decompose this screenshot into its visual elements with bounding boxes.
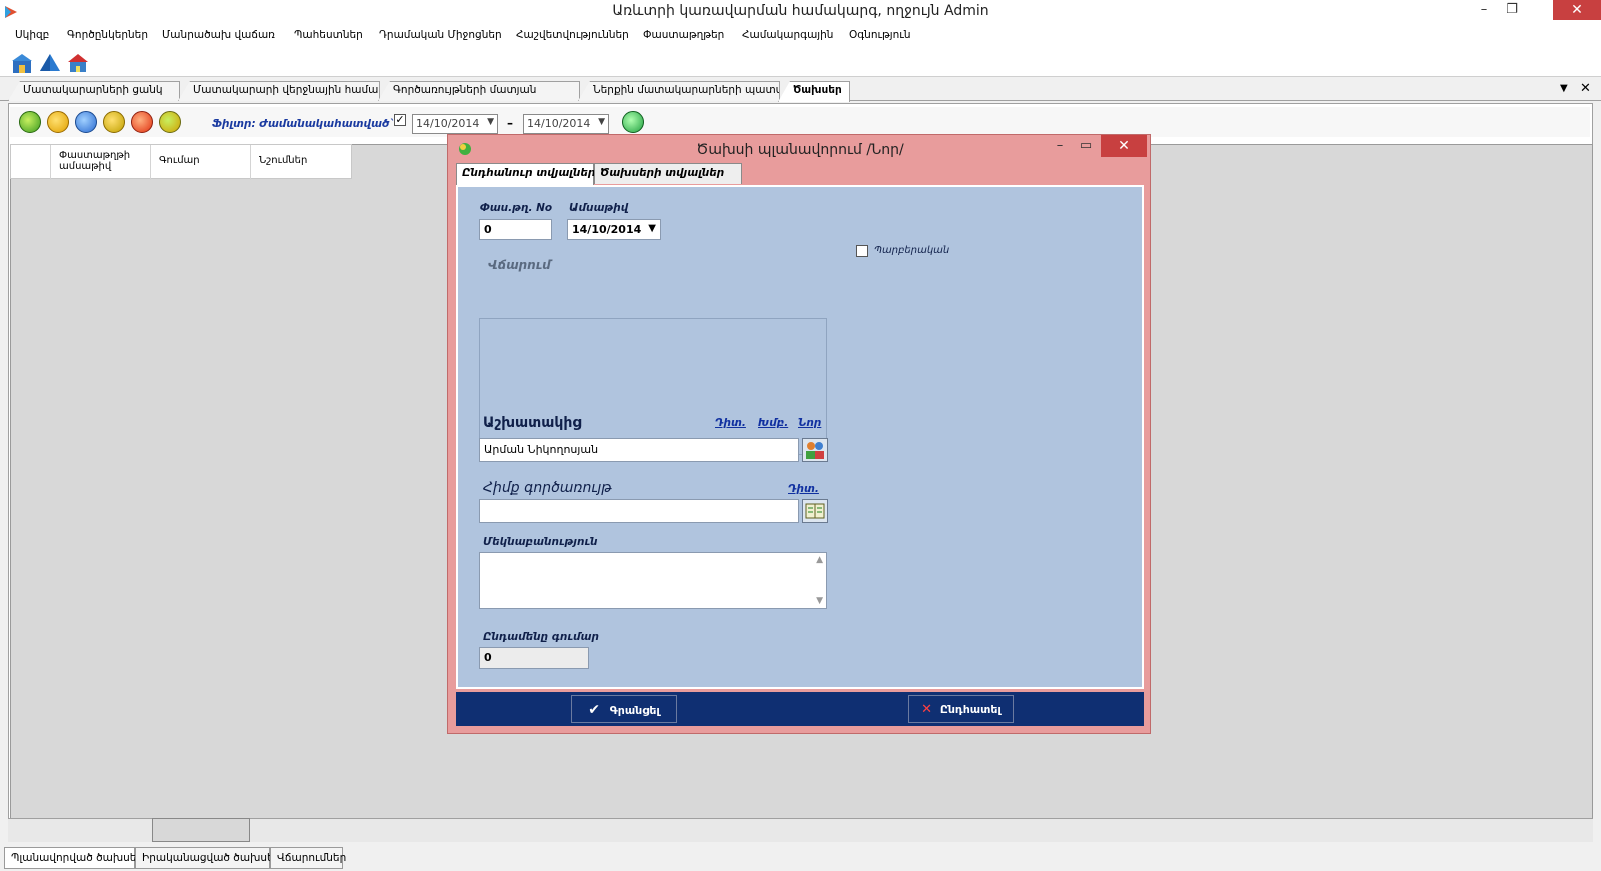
dialog-content: Փաս.թղ. No 0 Ամսաթիվ 14/10/2014 ▼ Պարբեր… <box>456 185 1144 689</box>
account-view-link[interactable]: Դիտ. <box>788 483 819 495</box>
window-title: Առևտրի կառավարման համակարգ, ողջույն Admi… <box>612 3 989 19</box>
menu-item[interactable]: Փաստաթղթեր <box>643 29 724 41</box>
doc-no-value: 0 <box>484 223 492 236</box>
cross-icon: ✕ <box>921 702 933 717</box>
cancel-label: Ընդհատել <box>939 703 1001 716</box>
dialog-maximize-button[interactable]: ▭ <box>1075 138 1097 153</box>
book-icon <box>805 503 825 519</box>
account-label: Հիմք գործառույթ <box>483 480 612 496</box>
employee-label: Աշխատակից <box>483 415 582 431</box>
dialog-tabs: Ընդհանուր տվյալներ Ծախսերի տվյալներ <box>456 163 1146 185</box>
employee-field[interactable]: Արման Նիկողոսյան <box>479 438 799 462</box>
copy-icon[interactable] <box>75 111 97 133</box>
scroll-down-icon[interactable]: ▼ <box>816 596 823 606</box>
close-button[interactable]: ✕ <box>1553 0 1601 20</box>
date-separator: – <box>507 116 513 130</box>
employee-value: Արման Նիկողոսյան <box>484 443 599 456</box>
dialog-footer: ✔ Գրանցել ✕ Ընդհատել <box>456 692 1144 726</box>
periodic-label: Պարբերական <box>874 245 950 256</box>
menu-item[interactable]: Օգնություն <box>849 29 911 41</box>
tab-general-data[interactable]: Ընդհանուր տվյալներ <box>456 163 595 185</box>
house-icon[interactable] <box>66 52 90 74</box>
title-bar: Առևտրի կառավարման համակարգ, ողջույն Admi… <box>0 0 1601 25</box>
total-field: 0 <box>479 647 589 669</box>
date-from-field[interactable]: 14/10/2014 ▼ <box>412 114 498 134</box>
people-icon <box>806 442 824 459</box>
payment-groupbox <box>479 318 827 455</box>
date-label: Ամսաթիվ <box>569 202 629 214</box>
scroll-up-icon[interactable]: ▲ <box>816 555 823 565</box>
menu-item[interactable]: Սկիզբ <box>15 29 49 41</box>
column-header-date[interactable]: Փաստաթղթի ամսաթիվ <box>51 145 151 180</box>
total-label: Ընդամենը գումար <box>483 631 599 643</box>
employee-select-button[interactable] <box>802 438 828 462</box>
tab-operations-log[interactable]: Գործառույթների մատյան <box>378 81 580 101</box>
tab-suppliers-list[interactable]: Մատակարարների ցանկ <box>8 81 180 101</box>
dialog-minimize-button[interactable]: – <box>1049 138 1071 153</box>
document-tabs: Մատակարարների ցանկ Մատակարարի վերջնային … <box>0 78 1601 102</box>
menu-bar: Սկիզբ Գործընկերներ Մանրածախ վաճառ Պահեստ… <box>0 25 1601 47</box>
tab-executed-expenses[interactable]: Իրականացված ծախսեր <box>135 847 280 869</box>
status-box <box>152 818 250 842</box>
delete-icon[interactable] <box>131 111 153 133</box>
tab-expenses[interactable]: Ծախսեր <box>778 81 850 102</box>
menu-item[interactable]: Գործընկերներ <box>67 29 148 41</box>
tab-supplier-balance[interactable]: Մատակարարի վերջնային համակ... <box>178 81 380 101</box>
store-icon[interactable] <box>10 52 34 74</box>
tab-internal-orders[interactable]: Ներքին մատակարարների պատվ... <box>578 81 780 101</box>
date-from-value: 14/10/2014 <box>416 117 480 130</box>
chevron-down-icon: ▼ <box>648 223 656 234</box>
menu-item[interactable]: Մանրածախ վաճառ <box>162 29 275 41</box>
save-label: Գրանցել <box>609 704 660 717</box>
pyramid-icon[interactable] <box>38 52 62 74</box>
comment-textarea[interactable]: ▲ ▼ <box>479 552 827 609</box>
payment-group-label: Վճարում <box>484 258 555 272</box>
doc-no-field[interactable]: 0 <box>479 219 552 240</box>
row-selector-header <box>11 145 51 180</box>
tab-payments[interactable]: Վճարումներ <box>270 847 346 869</box>
menu-item[interactable]: Հաշվետվություններ <box>516 29 629 41</box>
grid-header: Փաստաթղթի ամսաթիվ Գումար Նշումներ <box>10 144 352 180</box>
dialog-close-button[interactable]: ✕ <box>1101 135 1147 157</box>
expense-planning-dialog: Ծախսի պլանավորում /Նոր/ – ▭ ✕ Ընդհանուր … <box>447 134 1151 734</box>
filter-label: Ֆիլտր: Ժամանակահատված` <box>212 118 395 130</box>
apply-filter-icon[interactable] <box>622 111 644 133</box>
date-field[interactable]: 14/10/2014 ▼ <box>567 219 661 240</box>
minimize-button[interactable]: – <box>1472 2 1496 22</box>
periodic-checkbox[interactable] <box>856 245 868 257</box>
total-value: 0 <box>484 651 492 664</box>
comment-label: Մեկնաբանություն <box>483 536 598 548</box>
cancel-button[interactable]: ✕ Ընդհատել <box>908 695 1014 723</box>
column-header-notes[interactable]: Նշումներ <box>251 145 351 180</box>
date-value: 14/10/2014 <box>572 223 642 236</box>
account-select-button[interactable] <box>802 499 828 523</box>
edit-icon[interactable] <box>47 111 69 133</box>
dialog-title: Ծախսի պլանավորում /Նոր/ <box>696 142 904 158</box>
export-icon[interactable] <box>159 111 181 133</box>
filter-checkbox[interactable]: ✓ <box>394 114 406 126</box>
chevron-down-icon: ▼ <box>598 117 605 127</box>
account-field[interactable] <box>479 499 799 523</box>
refresh-icon[interactable] <box>103 111 125 133</box>
restore-button[interactable]: ❐ <box>1500 2 1524 22</box>
date-to-field[interactable]: 14/10/2014 ▼ <box>523 114 609 134</box>
date-to-value: 14/10/2014 <box>527 117 591 130</box>
tab-expense-data[interactable]: Ծախսերի տվյալներ <box>594 163 742 184</box>
menu-item[interactable]: Պահեստներ <box>294 29 363 41</box>
save-button[interactable]: ✔ Գրանցել <box>571 695 677 723</box>
column-header-amount[interactable]: Գումար <box>151 145 251 180</box>
chevron-down-icon: ▼ <box>487 117 494 127</box>
main-toolbar <box>0 47 1601 77</box>
add-icon[interactable] <box>19 111 41 133</box>
employee-view-link[interactable]: Դիտ. <box>715 417 746 429</box>
menu-item[interactable]: Համակարգային <box>742 29 833 41</box>
doc-no-label: Փաս.թղ. No <box>480 202 553 214</box>
tab-list-dropdown-icon[interactable]: ▼ <box>1560 83 1568 94</box>
employee-edit-link[interactable]: Խմբ. <box>758 417 788 429</box>
tab-close-icon[interactable]: ✕ <box>1580 81 1591 96</box>
tab-planned-expenses[interactable]: Պլանավորված ծախսեր <box>4 847 143 869</box>
employee-new-link[interactable]: Նոր <box>798 417 821 429</box>
menu-item[interactable]: Դրամական Միջոցներ <box>379 29 502 41</box>
check-icon: ✔ <box>588 702 600 718</box>
